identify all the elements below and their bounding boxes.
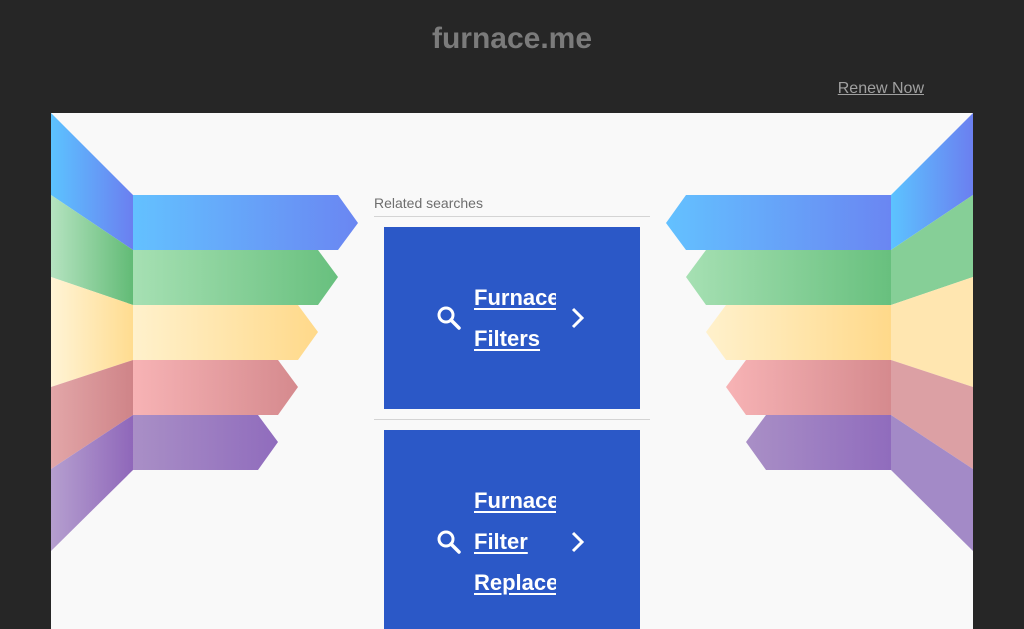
search-card-furnace-filters[interactable]: Furnace Filters [384, 227, 640, 409]
card-label-line[interactable]: Replacement [474, 562, 556, 603]
card-label-line[interactable]: Furnace [474, 480, 556, 521]
card-label-line[interactable]: Filter [474, 521, 556, 562]
domain-title: furnace.me [431, 22, 593, 55]
chevron-right-icon [571, 531, 585, 553]
related-searches: Related searches Furnace Filters Furnace… [374, 193, 650, 629]
card-divider [374, 419, 650, 420]
chevron-right-icon [571, 307, 585, 329]
main-panel: Related searches Furnace Filters Furnace… [51, 113, 973, 629]
search-icon [437, 530, 461, 554]
search-card-furnace-filter-replacement[interactable]: Furnace Filter Replacement [384, 430, 640, 629]
renew-now-link[interactable]: Renew Now [838, 79, 924, 99]
card-label-line[interactable]: Furnace [474, 277, 556, 318]
card-label-line[interactable]: Filters [474, 318, 556, 359]
search-icon [437, 306, 461, 330]
header: furnace.me Renew Now [0, 0, 1024, 113]
related-searches-heading: Related searches [374, 193, 650, 217]
